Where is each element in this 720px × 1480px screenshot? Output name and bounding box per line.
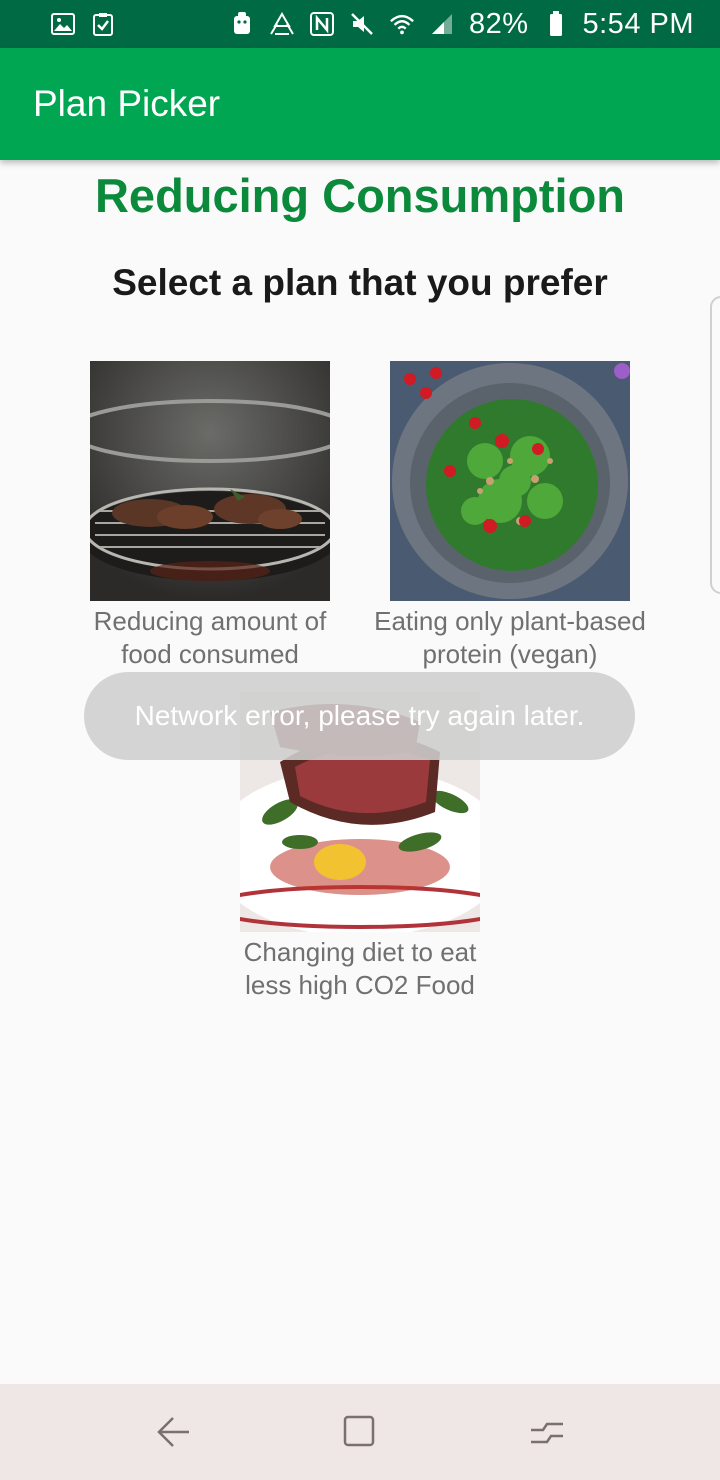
error-toast: Network error, please try again later. xyxy=(84,672,635,760)
plan-option-vegan[interactable]: Eating only plant-based protein (vegan) xyxy=(360,361,660,671)
plan-caption-line1: Changing diet to eat xyxy=(243,937,477,967)
plan-caption-line2: food consumed xyxy=(121,639,299,669)
app-title: Plan Picker xyxy=(33,83,221,124)
app-bar: Plan Picker xyxy=(0,48,720,160)
status-bar: 82% 5:54 PM xyxy=(0,0,720,48)
android-icon xyxy=(229,11,255,37)
page-subtitle: Select a plan that you prefer xyxy=(112,262,608,303)
edge-panel-handle[interactable] xyxy=(710,296,720,594)
page-title: Reducing Consumption xyxy=(94,169,625,222)
recycle-icon xyxy=(269,11,295,37)
checklist-icon xyxy=(90,11,116,37)
vegan-salad-bowl-image[interactable] xyxy=(390,361,630,601)
plan-caption-line2: protein (vegan) xyxy=(422,639,598,669)
back-icon[interactable] xyxy=(143,1402,203,1462)
signal-icon xyxy=(429,11,455,37)
toast-message: Network error, please try again later. xyxy=(134,700,585,731)
home-icon[interactable] xyxy=(330,1402,390,1462)
navigation-bar xyxy=(0,1384,720,1480)
plan-caption-line1: Reducing amount of xyxy=(93,606,327,636)
recent-apps-icon[interactable] xyxy=(517,1402,577,1462)
mute-icon xyxy=(349,11,375,37)
image-icon xyxy=(50,11,76,37)
plan-option-reduce-amount[interactable]: Reducing amount of food consumed xyxy=(80,361,340,671)
plan-caption: Reducing amount of food consumed xyxy=(80,605,340,671)
grilled-meat-image[interactable] xyxy=(90,361,330,601)
plan-caption: Eating only plant-based protein (vegan) xyxy=(360,605,660,671)
status-right-icons: 82% 5:54 PM xyxy=(229,8,694,41)
clock: 5:54 PM xyxy=(582,7,694,40)
plan-caption-line2: less high CO2 Food xyxy=(245,970,475,1000)
battery-percent: 82% xyxy=(468,7,529,40)
plan-caption: Changing diet to eat less high CO2 Food xyxy=(220,936,500,1002)
nfc-icon xyxy=(309,11,335,37)
battery-icon xyxy=(543,11,569,37)
status-left-icons xyxy=(50,11,116,37)
plan-caption-line1: Eating only plant-based xyxy=(374,606,646,636)
wifi-icon xyxy=(389,11,415,37)
